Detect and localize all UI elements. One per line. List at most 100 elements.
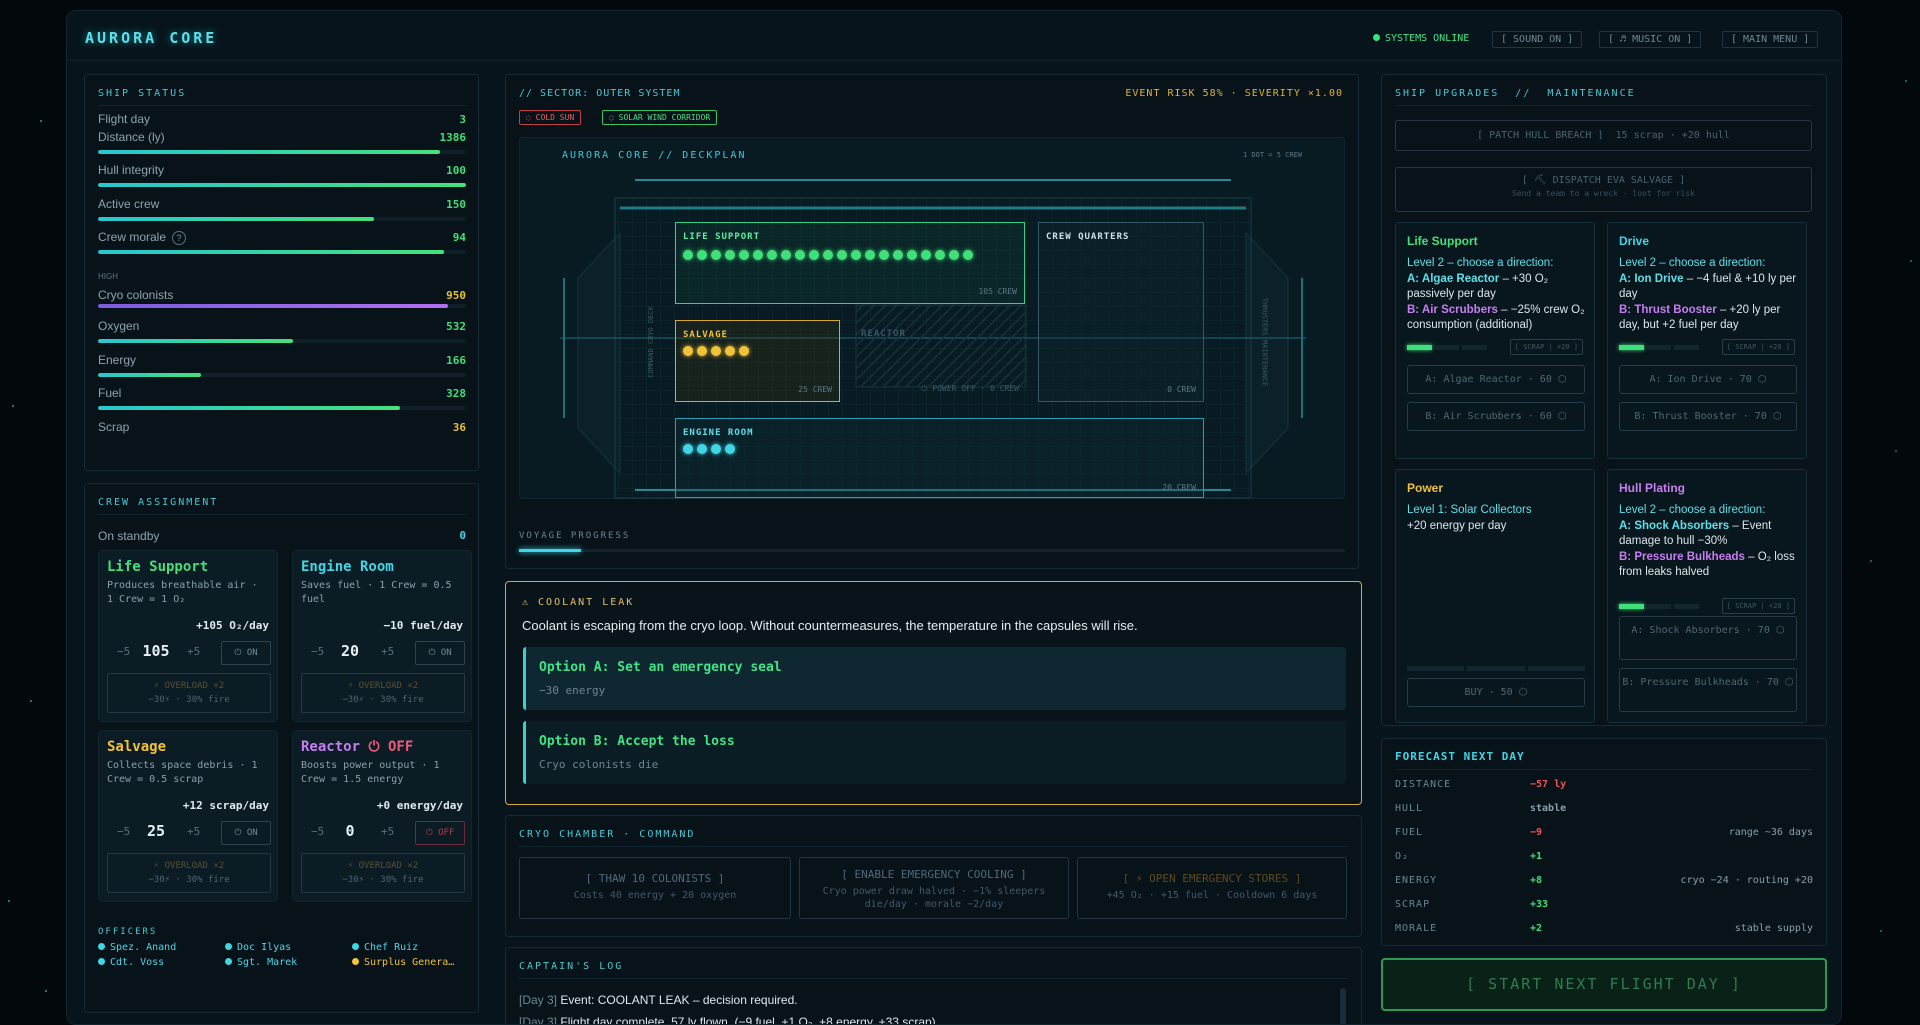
crew-dot — [851, 250, 861, 260]
upgrade-option-b-button[interactable]: B: Thrust Booster · 70 ⬡ — [1619, 402, 1797, 431]
crew-card-salvage: Salvage Collects space debris · 1 Crew = … — [98, 730, 278, 902]
forecast-note: cryo −24 · routing +20 — [1680, 875, 1813, 886]
star — [45, 990, 47, 992]
upgrade-option-b-button[interactable]: B: Air Scrubbers · 60 ⬡ — [1407, 402, 1585, 431]
overload-button[interactable]: ⚡ OVERLOAD ×2 −30⚡ · 30% fire — [301, 673, 465, 713]
standby-value: 0 — [459, 529, 466, 542]
game-title: AURORA CORE — [85, 29, 218, 47]
crew-count: 25 — [146, 822, 166, 840]
main-menu-button[interactable]: [ MAIN MENU ] — [1722, 31, 1819, 48]
crew-room-rate: +0 energy/day — [376, 799, 463, 812]
start-next-flight-day-button[interactable]: [ START NEXT FLIGHT DAY ] — [1381, 958, 1827, 1011]
overload-button[interactable]: ⚡ OVERLOAD ×2 −30⚡ · 30% fire — [107, 853, 271, 893]
crew-dot — [949, 250, 959, 260]
overload-button[interactable]: ⚡ OVERLOAD ×2 −30⚡ · 30% fire — [107, 673, 271, 713]
officer-item[interactable]: Cdt. Voss — [98, 957, 164, 968]
decrease-crew-button[interactable]: −5 — [117, 645, 130, 658]
crew-dot — [893, 250, 903, 260]
deck-side-right-label: THRUSTERS MAINTENANCE — [1260, 297, 1269, 387]
ship-upgrades-title: SHIP UPGRADES // MAINTENANCE — [1395, 88, 1636, 99]
forecast-label: MORALE — [1395, 923, 1438, 934]
upgrade-description: Level 2 – choose a direction: A: Algae Re… — [1407, 257, 1585, 331]
deck-room-crew-quarters[interactable]: CREW QUARTERS 0 CREW — [1038, 222, 1204, 402]
officer-status-icon — [225, 958, 232, 965]
forecast-value: stable — [1530, 803, 1567, 814]
ship-status-panel: SHIP STATUS Flight day 3 Distance (ly) 1386… — [84, 74, 479, 471]
officer-item[interactable]: Spez. Anand — [98, 942, 176, 953]
stat-label: Scrap — [98, 420, 130, 434]
event-option-a[interactable]: Option A: Set an emergency seal −30 ener… — [523, 647, 1346, 710]
stat-label: Cryo colonists — [98, 288, 174, 302]
stat-label: Fuel — [98, 386, 122, 400]
stat-bar — [98, 217, 466, 221]
sound-toggle-button[interactable]: [ SOUND ON ] — [1492, 31, 1583, 48]
dispatch-eva-button[interactable]: [ ⛏ DISPATCH EVA SALVAGE ] Send a team t… — [1395, 167, 1812, 212]
room-power-toggle[interactable]: ⏻ OFF — [415, 821, 465, 845]
open-emergency-stores-button[interactable]: [ ⚡ OPEN EMERGENCY STORES ] +45 O₂ · +15 … — [1077, 857, 1347, 919]
buy-upgrade-button[interactable]: BUY · 50 ⬡ — [1407, 678, 1585, 707]
decrease-crew-button[interactable]: −5 — [117, 825, 130, 838]
officer-status-icon — [352, 943, 359, 950]
scrap-upgrade-button[interactable]: [ SCRAP | +20 ] — [1509, 339, 1583, 355]
crew-dot — [725, 444, 735, 454]
room-power-toggle[interactable]: ⏻ ON — [415, 641, 465, 665]
forecast-label: O₂ — [1395, 851, 1410, 862]
deck-room-salvage[interactable]: SALVAGE 25 CREW — [675, 320, 840, 402]
upgrade-card-drive: Drive Level 2 – choose a direction: A: Ion… — [1607, 222, 1807, 459]
increase-crew-button[interactable]: +5 — [381, 825, 394, 838]
morale-info-icon[interactable]: ? — [172, 231, 187, 245]
deck-room-engine-room[interactable]: ENGINE ROOM 20 CREW — [675, 418, 1204, 498]
officer-item[interactable]: Chef Ruiz — [352, 942, 418, 953]
deck-room-reactor[interactable]: REACTOR ⏻ POWER OFF · 0 CREW — [856, 320, 1026, 402]
upgrade-name: Hull Plating — [1619, 481, 1685, 495]
crew-dot — [739, 346, 749, 356]
decrease-crew-button[interactable]: −5 — [311, 825, 324, 838]
scrap-upgrade-button[interactable]: [ SCRAP | +20 ] — [1721, 339, 1795, 355]
forecast-title: FORECAST NEXT DAY — [1395, 750, 1525, 763]
crew-dot — [767, 250, 777, 260]
standby-label: On standby — [98, 529, 160, 543]
room-power-toggle[interactable]: ⏻ ON — [221, 641, 271, 665]
voyage-progress-fill — [519, 549, 581, 552]
decrease-crew-button[interactable]: −5 — [311, 645, 324, 658]
music-toggle-button[interactable]: [ ♬ MUSIC ON ] — [1599, 31, 1702, 48]
officer-item[interactable]: Sgt. Marek — [225, 957, 297, 968]
overload-button[interactable]: ⚡ OVERLOAD ×2 −30⚡ · 30% fire — [301, 853, 465, 893]
stat-label: Flight day — [98, 112, 151, 126]
scrap-upgrade-button[interactable]: [ SCRAP | +20 ] — [1721, 598, 1795, 614]
forecast-panel: FORECAST NEXT DAY DISTANCE −57 ly HULL stab… — [1381, 738, 1827, 946]
stat-value: 166 — [446, 354, 466, 367]
crew-room-description: Collects space debris · 1 Crew = 0.5 scr… — [107, 760, 258, 785]
stat-value: 328 — [446, 387, 466, 400]
upgrade-option-b-button[interactable]: B: Pressure Bulkheads · 70 ⬡ — [1619, 668, 1797, 712]
upgrade-option-a-button[interactable]: A: Shock Absorbers · 70 ⬡ — [1619, 616, 1797, 660]
increase-crew-button[interactable]: +5 — [187, 645, 200, 658]
crew-count: 105 — [142, 642, 170, 660]
crew-room-rate: −10 fuel/day — [383, 619, 463, 632]
thaw-colonists-button[interactable]: [ THAW 10 COLONISTS ] Costs 40 energy + 2… — [519, 857, 791, 919]
patch-hull-button[interactable]: [ PATCH HULL BREACH ] 15 scrap · +20 hul… — [1395, 120, 1812, 151]
crew-dot — [683, 346, 693, 356]
upgrade-option-a-button[interactable]: A: Algae Reactor · 60 ⬡ — [1407, 365, 1585, 394]
log-scrollbar[interactable] — [1340, 988, 1346, 1024]
room-power-toggle[interactable]: ⏻ ON — [221, 821, 271, 845]
captains-log-panel: CAPTAIN'S LOG [Day 3] Event: COOLANT LEA… — [505, 947, 1362, 1024]
officer-item[interactable]: Surplus Genera… — [352, 957, 454, 968]
emergency-cooling-button[interactable]: [ ⚡ OPEN EMERGENCY STORES ][ ENABLE EMER… — [799, 857, 1069, 919]
crew-room-description: Boosts power output · 1 Crew = 1.5 energ… — [301, 760, 440, 785]
increase-crew-button[interactable]: +5 — [187, 825, 200, 838]
increase-crew-button[interactable]: +5 — [381, 645, 394, 658]
stat-bar-fill — [98, 406, 400, 410]
upgrade-option-a-button[interactable]: A: Ion Drive · 70 ⬡ — [1619, 365, 1797, 394]
crew-room-name: Life Support — [107, 559, 209, 575]
crew-stepper: −5 25 +5 ⏻ ON — [107, 821, 271, 845]
officers-title: OFFICERS — [98, 927, 158, 937]
deck-room-life-support[interactable]: LIFE SUPPORT 105 CREW — [675, 222, 1025, 304]
event-option-b[interactable]: Option B: Accept the loss Cryo colonists… — [523, 721, 1346, 784]
stat-bar-fill — [98, 217, 374, 221]
crew-dot — [711, 346, 721, 356]
crew-dot — [711, 250, 721, 260]
stat-value: 36 — [452, 421, 466, 434]
star — [1880, 930, 1882, 932]
officer-item[interactable]: Doc Ilyas — [225, 942, 291, 953]
